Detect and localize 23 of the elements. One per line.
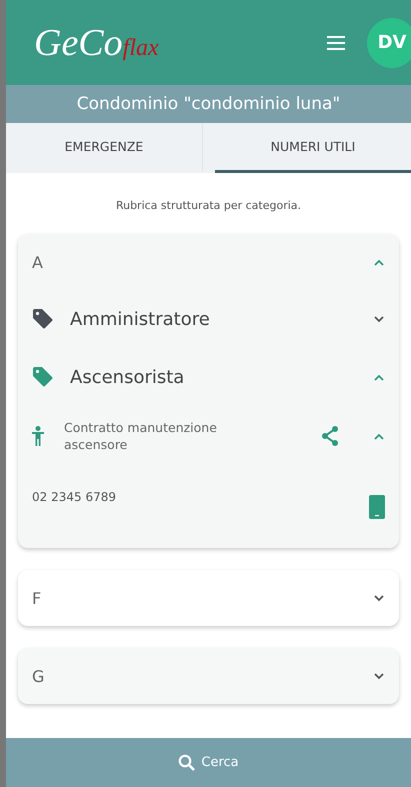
- intro-text: Rubrica strutturata per categoria.: [114, 199, 302, 212]
- phone-number: 02 2345 6789: [32, 490, 117, 504]
- section-letter[interactable]: A: [32, 252, 373, 272]
- menu-icon[interactable]: [327, 36, 345, 50]
- category-name[interactable]: Amministratore: [70, 308, 373, 330]
- chevron-down-icon[interactable]: [373, 315, 385, 323]
- tab[interactable]: NUMERI UTILI: [215, 123, 411, 173]
- chevron-down-icon[interactable]: [373, 672, 385, 680]
- chevron-up-icon[interactable]: [373, 258, 385, 266]
- chevron-down-icon[interactable]: [373, 594, 385, 602]
- section-letter[interactable]: F: [32, 588, 373, 608]
- logo: GeCoflax: [34, 20, 159, 64]
- share-icon[interactable]: [321, 426, 339, 446]
- contact-description: Contratto manutenzione ascensore: [64, 418, 218, 454]
- condominium-title: Condominio "condominio luna": [6, 85, 411, 123]
- chevron-up-icon[interactable]: [373, 373, 385, 381]
- tab[interactable]: EMERGENZE: [6, 123, 203, 173]
- mobile-phone-icon[interactable]: [369, 495, 385, 519]
- search-icon: [178, 754, 196, 771]
- category-name[interactable]: Ascensorista: [70, 366, 373, 388]
- person-icon: [32, 426, 44, 446]
- section-letter[interactable]: G: [32, 666, 373, 686]
- chevron-up-icon[interactable]: [373, 432, 385, 440]
